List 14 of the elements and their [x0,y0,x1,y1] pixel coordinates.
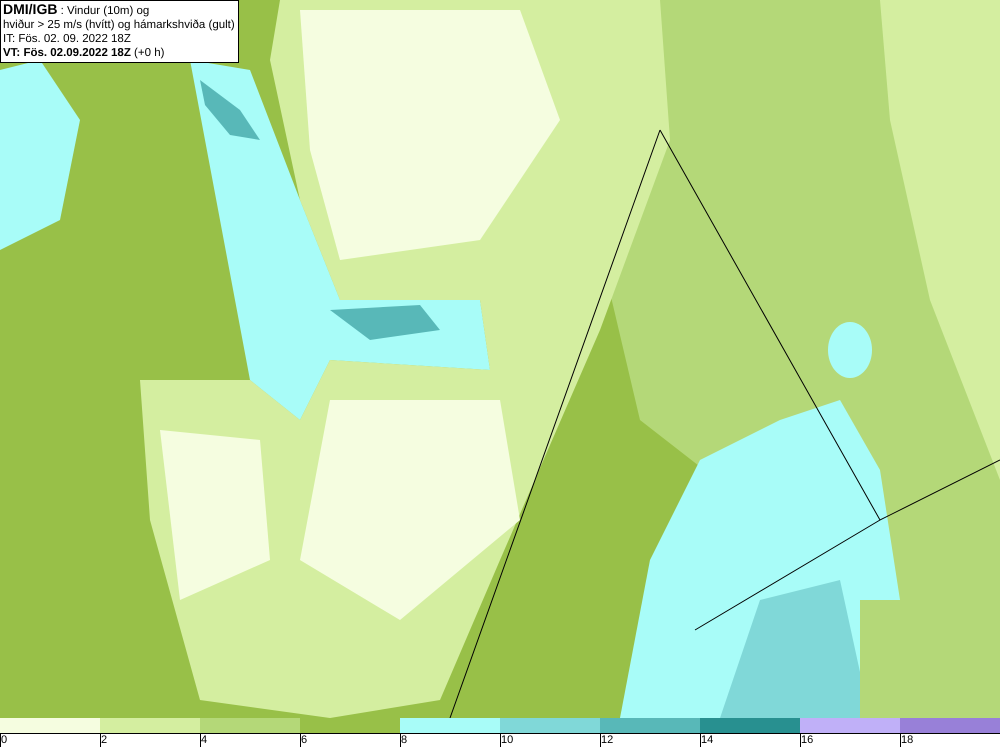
scale-label: 12 [600,734,614,747]
scale-label: 14 [700,734,714,747]
scale-label: 2 [100,734,108,747]
title-line: DMI/IGB : Vindur (10m) og [3,2,150,18]
title-line: IT: Fös. 02. 09. 2022 18Z [3,32,132,46]
scale-label: 10 [500,734,514,747]
scale-label: 0 [0,734,8,747]
scale-label: 8 [400,734,408,747]
scale-label: 18 [900,734,914,747]
scale-label: 4 [200,734,208,747]
title-line: VT: Fös. 02.09.2022 18Z (+0 h) [3,46,166,60]
scale-label: 6 [300,734,308,747]
title-line: hviður > 25 m/s (hvítt) og hámarkshviða (gult) [3,18,235,32]
scale-label: 16 [800,734,814,747]
